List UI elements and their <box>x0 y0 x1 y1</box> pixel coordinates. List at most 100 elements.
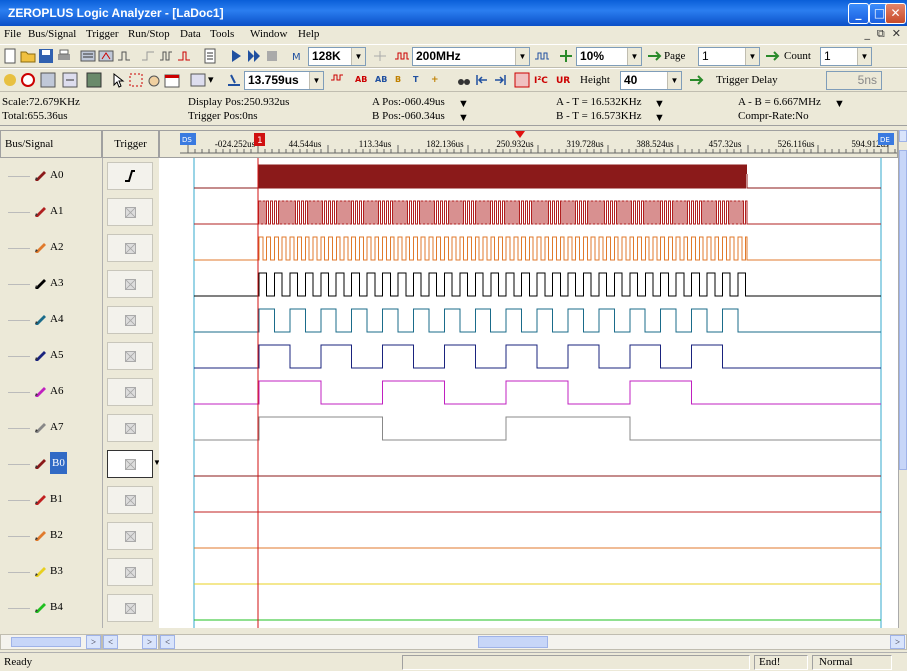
minimize-button[interactable]: _ <box>848 3 869 24</box>
close-button[interactable]: ✕ <box>885 3 906 24</box>
scroll-left-button[interactable]: < <box>160 635 175 649</box>
signal-name[interactable]: A1 <box>50 205 63 217</box>
pen-icon[interactable] <box>34 169 48 181</box>
signal-name[interactable]: B2 <box>50 529 63 541</box>
page-select[interactable]: 1 ▼ <box>698 47 760 66</box>
compress-icon[interactable] <box>372 48 388 64</box>
delay-select[interactable]: 13.759us ▼ <box>244 71 324 90</box>
signal-hscroll[interactable]: > <box>0 634 102 650</box>
print-icon[interactable] <box>56 48 72 64</box>
goto-icon[interactable] <box>20 72 36 88</box>
bar-a-icon[interactable]: AB <box>354 72 370 88</box>
signal-name[interactable]: A0 <box>50 169 63 181</box>
trigger-wave-icon[interactable] <box>330 72 346 88</box>
menu-help[interactable]: Help <box>298 28 319 40</box>
menu-tools[interactable]: Tools <box>210 28 234 40</box>
scroll-right-button[interactable]: > <box>890 635 905 649</box>
zoom-icon[interactable] <box>558 48 574 64</box>
scroll-left-button[interactable]: < <box>103 635 118 649</box>
pen-icon[interactable] <box>34 457 48 469</box>
vertical-scrollbar[interactable] <box>898 130 907 628</box>
trigger-condition-box[interactable] <box>107 234 153 262</box>
stop-icon[interactable] <box>264 48 280 64</box>
grid-icon[interactable] <box>62 72 78 88</box>
run-repeat-icon[interactable] <box>246 48 262 64</box>
signal-row-b1[interactable]: B1 <box>0 482 102 518</box>
waveform-hscroll[interactable]: < > <box>159 634 907 650</box>
signal-row-a1[interactable]: A1 <box>0 194 102 230</box>
waveform-area[interactable] <box>159 158 898 628</box>
report-icon[interactable] <box>202 48 218 64</box>
signal-row-b3[interactable]: B3 <box>0 554 102 590</box>
signal-group-icon[interactable] <box>98 48 114 64</box>
protocol-icon[interactable] <box>514 72 530 88</box>
signal-name[interactable]: A7 <box>50 421 63 433</box>
trigger-condition-box[interactable] <box>107 306 153 334</box>
trigger-header[interactable]: Trigger <box>102 130 159 158</box>
fit-icon[interactable] <box>40 72 56 88</box>
pen-icon[interactable] <box>34 565 48 577</box>
trigger-hscroll[interactable]: < > <box>102 634 159 650</box>
signal-row-b0[interactable]: B0 <box>0 446 102 482</box>
waveform-hscroll-thumb[interactable] <box>478 636 548 648</box>
pen-icon[interactable] <box>34 277 48 289</box>
scroll-right-button[interactable]: > <box>142 635 157 649</box>
zoom-select[interactable]: 10% ▼ <box>576 47 642 66</box>
signal-name[interactable]: A4 <box>50 313 63 325</box>
a-t-dropdown[interactable]: ▼ <box>654 98 665 110</box>
scroll-right-button[interactable]: > <box>86 635 101 649</box>
b-pos-dropdown[interactable]: ▼ <box>458 112 469 124</box>
pen-icon[interactable] <box>34 241 48 253</box>
trigger-condition-box[interactable] <box>107 162 153 190</box>
mdi-controls[interactable]: _ ⧉ ✕ <box>864 27 901 41</box>
i2c-icon[interactable]: I²C <box>534 72 550 88</box>
signal-row-a4[interactable]: A4 <box>0 302 102 338</box>
trigger-condition-box[interactable] <box>107 486 153 514</box>
signal-row-a7[interactable]: A7 <box>0 410 102 446</box>
pen-icon[interactable] <box>34 385 48 397</box>
trigger-condition-box[interactable] <box>107 594 153 622</box>
title-bar[interactable]: ZEROPLUS Logic Analyzer - [LaDoc1] _ □ ✕ <box>0 0 907 26</box>
display-icon[interactable] <box>190 72 206 88</box>
save-icon[interactable] <box>38 48 54 64</box>
uart-icon[interactable]: UR <box>556 72 572 88</box>
menu-window[interactable]: Window <box>250 28 287 40</box>
memory-depth-select[interactable]: 128K ▼ <box>308 47 366 66</box>
scroll-up-button[interactable] <box>899 130 907 142</box>
bar-b-icon[interactable]: B <box>394 72 410 88</box>
binoculars-icon[interactable] <box>456 72 472 88</box>
trigger-delay-field[interactable]: 5ns <box>826 71 882 90</box>
sample-rate-select[interactable]: 200MHz ▼ <box>412 47 530 66</box>
trigger-condition-box[interactable] <box>107 198 153 226</box>
memory-icon[interactable]: M <box>290 48 306 64</box>
signal-row-a5[interactable]: A5 <box>0 338 102 374</box>
b-t-dropdown[interactable]: ▼ <box>654 112 665 124</box>
bar-t-icon[interactable]: T <box>412 72 428 88</box>
trigger-condition-box[interactable] <box>107 414 153 442</box>
count-select[interactable]: 1 ▼ <box>820 47 872 66</box>
pen-icon[interactable] <box>34 205 48 217</box>
module-icon[interactable] <box>86 72 102 88</box>
signal-name[interactable]: B3 <box>50 565 63 577</box>
signal-name[interactable]: B4 <box>50 601 63 613</box>
trigger-condition-box[interactable] <box>107 342 153 370</box>
pen-icon[interactable] <box>34 313 48 325</box>
signal-row-a2[interactable]: A2 <box>0 230 102 266</box>
hand-icon[interactable] <box>146 72 162 88</box>
search-next-icon[interactable] <box>492 72 508 88</box>
search-prev-icon[interactable] <box>474 72 490 88</box>
menu-data[interactable]: Data <box>180 28 201 40</box>
signal-name[interactable]: A3 <box>50 277 63 289</box>
calendar-icon[interactable] <box>164 72 180 88</box>
select-area-icon[interactable] <box>128 72 144 88</box>
signal-hscroll-thumb[interactable] <box>11 637 81 647</box>
pen-icon[interactable] <box>34 493 48 505</box>
trigger-condition-box[interactable] <box>107 450 153 478</box>
menu-bus-signal[interactable]: Bus/Signal <box>28 28 76 40</box>
probe-icon[interactable] <box>116 48 132 64</box>
menu-trigger[interactable]: Trigger <box>86 28 119 40</box>
trigger-condition-box[interactable] <box>107 558 153 586</box>
time-ruler[interactable]: -024.252us 44.544us 113.34us 182.136us 250.9… <box>159 130 898 158</box>
trigger-condition-box[interactable] <box>107 522 153 550</box>
pen-icon[interactable] <box>34 349 48 361</box>
